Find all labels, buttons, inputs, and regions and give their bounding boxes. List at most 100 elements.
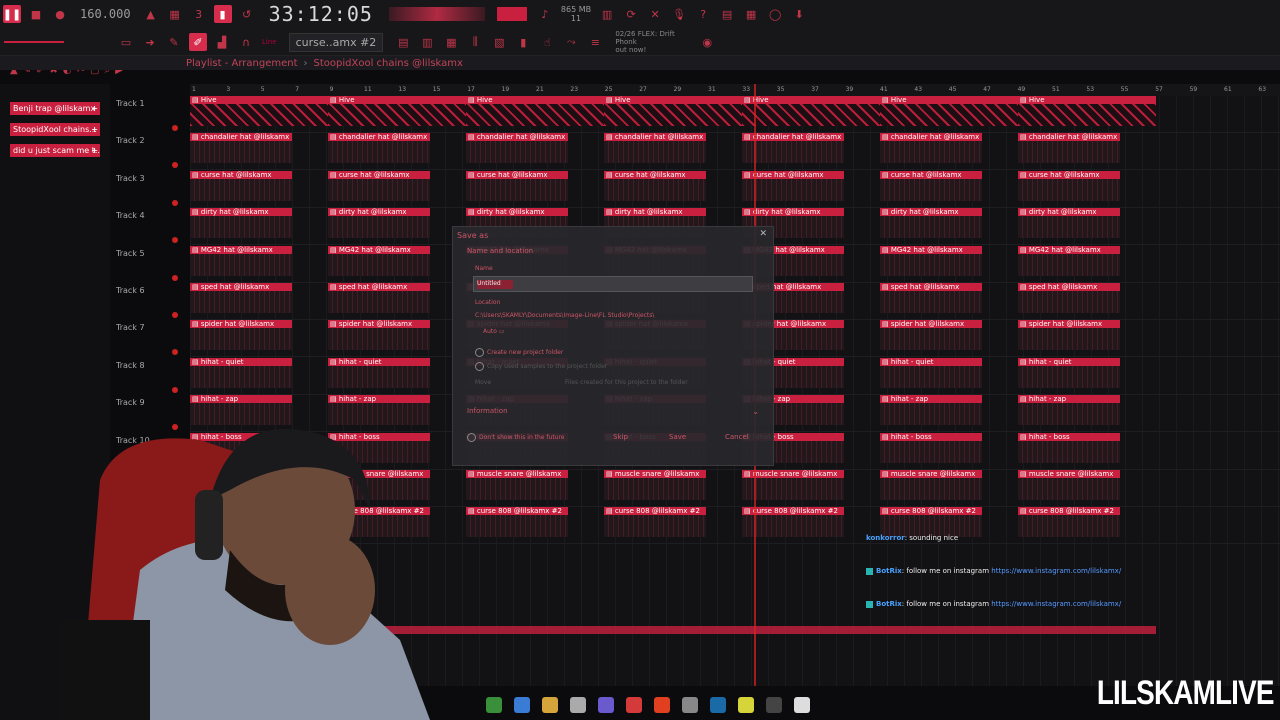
track-mute-icon[interactable] — [172, 162, 178, 169]
taskbar-app-icon[interactable] — [570, 697, 586, 713]
pattern-clip[interactable]: ▤ curse hat @lilskamx — [880, 170, 982, 201]
folder-icon[interactable]: ▭ — [499, 328, 505, 335]
channel-rack-icon[interactable]: ▦ — [442, 33, 460, 51]
pattern-clip[interactable]: ▤ hihat - quiet — [190, 357, 292, 388]
cpu-icon[interactable]: ▥ — [598, 5, 616, 23]
track-header[interactable]: Track 1 — [110, 99, 190, 136]
pattern-clip[interactable]: ▤ curse hat @lilskamx — [190, 170, 292, 201]
help-icon[interactable]: ? — [694, 5, 712, 23]
image-line-logo-icon[interactable]: ◉ — [698, 33, 716, 51]
dont-show-checkbox[interactable]: Don't show this in the future — [467, 433, 565, 442]
piano-roll-icon[interactable]: ▥ — [418, 33, 436, 51]
pattern-clip[interactable]: ▤ sped hat @lilskamx — [328, 283, 430, 313]
pattern-clip[interactable]: ▤ chandalier hat @lilskamx — [880, 133, 982, 164]
close-icon[interactable]: ✕ — [759, 229, 767, 239]
plugin-icon[interactable]: ▤ — [718, 5, 736, 23]
stamp-icon[interactable]: ▟ — [213, 33, 231, 51]
download-icon[interactable]: ⬇ — [790, 5, 808, 23]
pattern-item[interactable]: Benji trap @lilskamx + — [10, 102, 100, 115]
pattern-clip[interactable]: ▤ MG42 hat @lilskamx — [1018, 245, 1120, 276]
pattern-clip[interactable]: ▤ muscle snare @lilskamx — [604, 470, 706, 500]
taskbar-app-icon[interactable] — [794, 697, 810, 713]
track-header[interactable]: Track 6 — [110, 286, 190, 323]
pattern-clip[interactable]: ▤ Hive — [190, 96, 328, 126]
pattern-clip[interactable]: ▤ MG42 hat @lilskamx — [190, 245, 292, 276]
chevron-down-icon[interactable]: ⌄ — [752, 407, 759, 416]
pattern-clip[interactable]: ▤ dirty hat @lilskamx — [880, 208, 982, 239]
piano-icon[interactable]: ▭ — [117, 33, 135, 51]
metronome-icon[interactable]: ▲ — [142, 5, 160, 23]
folder-icon[interactable] — [542, 697, 558, 713]
track-mute-icon[interactable] — [172, 199, 178, 206]
pattern-clip[interactable]: ▤ hihat - quiet — [1018, 357, 1120, 388]
master-pitch-slider[interactable] — [4, 41, 64, 43]
pattern-clip[interactable]: ▤ Hive — [742, 96, 880, 126]
mixer-icon[interactable]: ▦ — [742, 5, 760, 23]
track-header[interactable]: Track 4 — [110, 211, 190, 248]
pattern-clip[interactable]: ▤ hihat - quiet — [328, 357, 430, 388]
track-header[interactable]: Track 8 — [110, 361, 190, 398]
track-lane[interactable]: ▤ Hive ▤ Hive ▤ Hive ▤ Hive ▤ Hive ▤ Hive ▤ Hi… — [190, 96, 1280, 133]
pattern-clip[interactable]: ▤ muscle snare @lilskamx — [1018, 470, 1120, 500]
pattern-clip[interactable]: ▤ spider hat @lilskamx — [880, 320, 982, 351]
record-button[interactable]: ● — [51, 5, 69, 23]
pattern-clip[interactable]: ▤ sped hat @lilskamx — [880, 283, 982, 313]
pattern-clip[interactable]: ▤ muscle snare @lilskamx — [880, 470, 982, 500]
pattern-clip[interactable]: ▤ Hive — [1018, 96, 1156, 126]
pattern-clip[interactable]: ▤ curse hat @lilskamx — [604, 170, 706, 201]
pattern-clip[interactable]: ▤ hihat - zap — [880, 395, 982, 426]
close-all-icon[interactable]: ✕ — [646, 5, 664, 23]
steam-icon[interactable] — [710, 697, 726, 713]
mixer-window-icon[interactable]: ⫼ — [466, 33, 484, 51]
track-lane[interactable]: ▤ chandalier hat @lilskamx ▤ chandalier h… — [190, 133, 1280, 171]
discord-icon[interactable] — [598, 697, 614, 713]
pattern-clip[interactable]: ▤ curse 808 @lilskamx #2 — [604, 507, 706, 538]
pattern-clip[interactable]: ▤ chandalier hat @lilskamx — [604, 133, 706, 164]
pattern-clip[interactable]: ▤ chandalier hat @lilskamx — [328, 133, 430, 164]
pattern-clip[interactable]: ▤ MG42 hat @lilskamx — [880, 245, 982, 276]
pattern-clip[interactable]: ▤ spider hat @lilskamx — [328, 320, 430, 351]
project-name[interactable]: StoopidXool chains @lilskamx — [314, 58, 463, 69]
track-mute-icon[interactable] — [172, 312, 178, 318]
pattern-clip[interactable]: ▤ Hive — [604, 96, 742, 126]
pattern-clip[interactable]: ▤ Hive — [328, 96, 466, 126]
pattern-clip[interactable]: ▤ sped hat @lilskamx — [1018, 283, 1120, 313]
copy-samples-checkbox[interactable]: Copy used samples to the project folder — [475, 362, 607, 371]
location-path[interactable]: C:\Users\SKAMLY\Documents\Image-Line\FL … — [475, 312, 654, 319]
pattern-clip[interactable]: ▤ curse 808 @lilskamx #2 — [742, 507, 844, 538]
track-mute-icon[interactable] — [172, 386, 178, 393]
wait-icon[interactable]: ▦ — [166, 5, 184, 23]
pattern-clip[interactable]: ▤ chandalier hat @lilskamx — [466, 133, 568, 164]
taskbar-app-icon[interactable] — [738, 697, 754, 713]
pattern-item[interactable]: StoopidXool chains... + — [10, 123, 100, 136]
cancel-button[interactable]: Cancel — [725, 433, 749, 441]
track-mute-icon[interactable] — [172, 274, 178, 281]
name-field[interactable]: Untitled — [473, 276, 753, 292]
skip-button[interactable]: Skip — [613, 433, 628, 441]
refresh-icon[interactable]: ⟳ — [622, 5, 640, 23]
pitch-icon[interactable]: ♪ — [536, 5, 554, 23]
pattern-clip[interactable]: ▤ chandalier hat @lilskamx — [742, 133, 844, 164]
pattern-clip[interactable]: ▤ MG42 hat @lilskamx — [328, 245, 430, 276]
chat-icon[interactable]: ◯ — [766, 5, 784, 23]
script-icon[interactable]: ≡ — [586, 33, 604, 51]
pattern-selector[interactable]: curse..amx #2 — [288, 32, 384, 52]
tempo-tapper-icon[interactable]: ⤳ — [562, 33, 580, 51]
master-volume[interactable] — [496, 7, 527, 21]
pattern-clip[interactable]: ▤ dirty hat @lilskamx — [1018, 208, 1120, 239]
track-header[interactable]: Track 2 — [110, 136, 190, 173]
paint-icon[interactable]: ✐ — [189, 33, 207, 51]
track-header[interactable]: Track 5 — [110, 249, 190, 286]
pattern-clip[interactable]: ▤ spider hat @lilskamx — [190, 320, 292, 351]
track-lane[interactable]: ▤ curse hat @lilskamx ▤ curse hat @lilska… — [190, 170, 1280, 208]
arrow-right-icon[interactable]: ➜ — [141, 33, 159, 51]
taskbar-app-icon[interactable] — [486, 697, 502, 713]
information-header[interactable]: Information — [467, 407, 508, 415]
pattern-item[interactable]: did u just scam me t... + — [10, 144, 100, 157]
pattern-clip[interactable]: ▤ sped hat @lilskamx — [190, 283, 292, 313]
pattern-clip[interactable]: ▤ Hive — [880, 96, 1018, 126]
pattern-clip[interactable]: ▤ muscle snare @lilskamx — [466, 470, 568, 500]
taskbar-app-icon[interactable] — [766, 697, 782, 713]
stop-button[interactable]: ■ — [27, 5, 45, 23]
auto-button[interactable]: Auto ▭ — [483, 328, 505, 335]
